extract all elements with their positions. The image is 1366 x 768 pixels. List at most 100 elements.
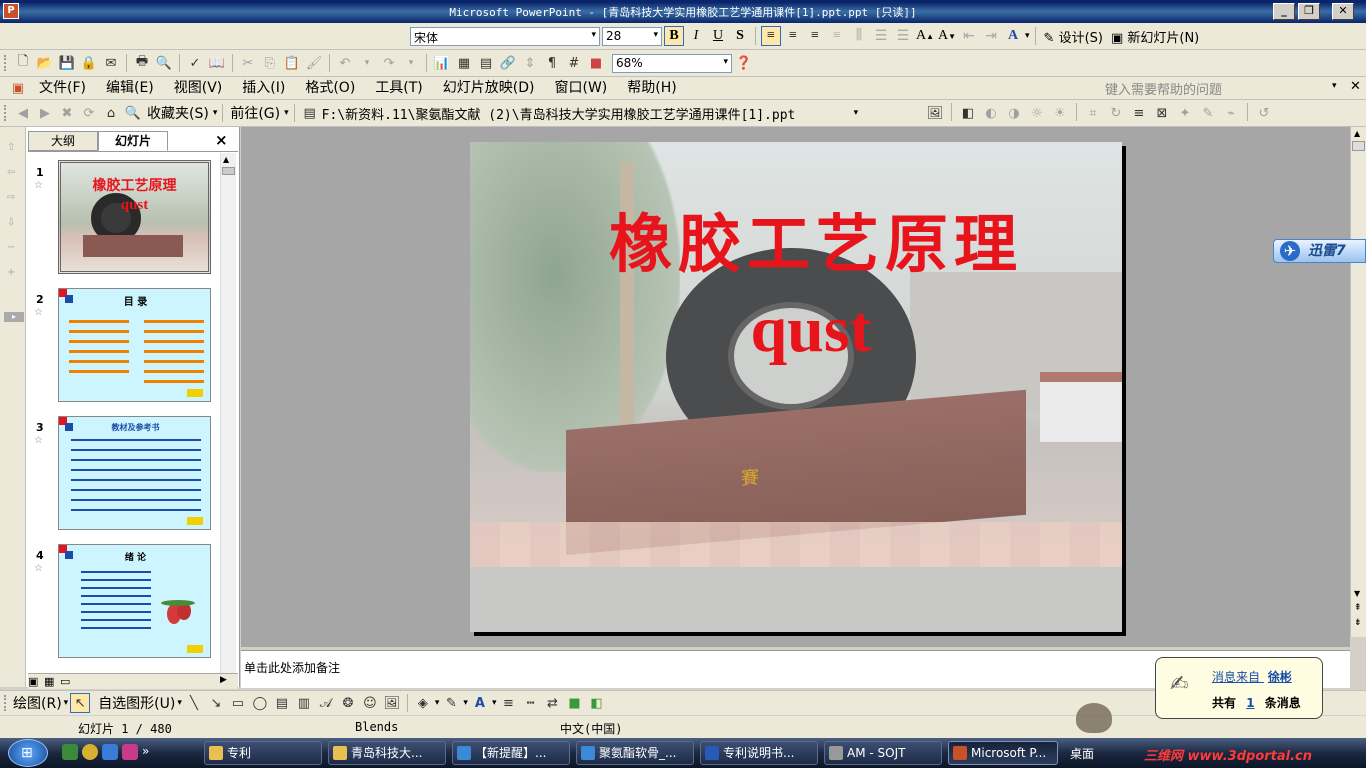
refresh-icon[interactable]: ⟳ — [79, 103, 99, 123]
spelling-icon[interactable]: ✓ — [185, 53, 205, 73]
print-icon[interactable]: 🖶 — [132, 53, 152, 73]
numbering-icon[interactable]: ☰ — [871, 26, 891, 46]
previous-slide-icon[interactable]: ⇞ — [1354, 603, 1362, 613]
show-formatting-icon[interactable]: ¶ — [542, 53, 562, 73]
italic-button[interactable]: I — [686, 26, 706, 46]
menu-file[interactable]: 文件(F) — [30, 77, 95, 99]
bold-button[interactable]: B — [664, 26, 684, 46]
canvas-scrollbar[interactable]: ▲ ▼ ⇞ ⇟ — [1350, 127, 1366, 637]
clipart-icon[interactable]: ☺ — [360, 693, 380, 713]
design-button[interactable]: ✎ 设计(S) — [1041, 27, 1106, 46]
media-icon[interactable] — [102, 744, 118, 760]
chevron-down-icon[interactable]: ▾ — [357, 53, 377, 73]
chevron-down-icon[interactable]: ▾ — [177, 698, 182, 708]
document-icon[interactable]: ▣ — [8, 78, 28, 98]
autoshapes-menu[interactable]: 自选图形(U) — [98, 693, 175, 713]
close-pane-icon[interactable]: × — [215, 131, 228, 149]
tab-outline[interactable]: 大纲 — [28, 131, 98, 151]
help-search-input[interactable]: 键入需要帮助的问题 — [1105, 79, 1345, 98]
font-size-combo[interactable]: 28 ▾ — [602, 26, 662, 46]
zoom-combo[interactable]: 68% ▾ — [612, 53, 732, 73]
font-color-icon[interactable]: A — [1003, 26, 1023, 46]
compress-pictures-icon[interactable]: ⊠ — [1152, 103, 1172, 123]
chevron-down-icon[interactable]: ▾ — [854, 108, 859, 118]
task-powerpoint[interactable]: Microsoft P... — [948, 741, 1058, 765]
restore-button[interactable]: ❐ — [1298, 3, 1320, 20]
textbox-icon[interactable]: ▤ — [272, 693, 292, 713]
select-pointer-icon[interactable]: ↖ — [70, 693, 91, 713]
decrease-font-icon[interactable]: A ▼ — [937, 26, 957, 46]
sorter-view-icon[interactable]: ▦ — [44, 675, 54, 688]
menu-slideshow[interactable]: 幻灯片放映(D) — [434, 77, 544, 99]
menu-view[interactable]: 视图(V) — [165, 77, 232, 99]
task-reminder[interactable]: 【新提醒】... — [452, 741, 570, 765]
close-button[interactable]: ✕ — [1332, 3, 1354, 20]
3d-style-icon[interactable]: ◧ — [586, 693, 606, 713]
color-icon[interactable]: ◧ — [958, 103, 978, 123]
open-folder-icon[interactable]: 📂 — [35, 53, 55, 73]
research-icon[interactable]: 📖 — [207, 53, 227, 73]
toolbar-grip[interactable] — [4, 55, 8, 71]
forward-icon[interactable]: ▶ — [35, 103, 55, 123]
increase-indent-icon[interactable]: ⇥ — [981, 26, 1001, 46]
chevron-down-icon[interactable]: ▾ — [463, 698, 468, 708]
insert-hyperlink-icon[interactable]: 🔗 — [498, 53, 518, 73]
email-icon[interactable]: ✉ — [101, 53, 121, 73]
draw-menu[interactable]: 绘图(R) — [13, 693, 62, 713]
arrow-style-icon[interactable]: ⇄ — [542, 693, 562, 713]
cut-icon[interactable]: ✂ — [238, 53, 258, 73]
chevron-down-icon[interactable]: ▾ — [401, 53, 421, 73]
undo-icon[interactable]: ↶ — [335, 53, 355, 73]
scroll-right-icon[interactable]: ▶ — [220, 675, 227, 685]
color-grayscale-icon[interactable]: ■ — [586, 53, 606, 73]
less-brightness-icon[interactable]: ☀ — [1050, 103, 1070, 123]
more-contrast-icon[interactable]: ◐ — [981, 103, 1001, 123]
chevron-down-icon[interactable]: ▾ — [492, 698, 497, 708]
message-from[interactable]: 消息来自 徐彬 — [1212, 668, 1292, 685]
pane-scrollbar[interactable]: ▲ — [220, 153, 236, 673]
redo-icon[interactable]: ↷ — [379, 53, 399, 73]
address-field[interactable]: F:\新资料.11\聚氨酯文献 (2)\青岛科技大学实用橡胶工艺学通用课件[1]… — [322, 104, 852, 123]
menu-insert[interactable]: 插入(I) — [233, 77, 294, 99]
underline-button[interactable]: U — [708, 26, 728, 46]
slide-thumb-3[interactable]: 教材及参考书 — [58, 416, 211, 530]
rotate-icon[interactable]: ↻ — [1106, 103, 1126, 123]
arrow-icon[interactable]: ↘ — [206, 693, 226, 713]
font-name-combo[interactable]: 宋体 ▾ — [410, 26, 600, 46]
save-icon[interactable]: 💾 — [57, 53, 77, 73]
new-slide-button[interactable]: ▣ 新幻灯片(N) — [1108, 27, 1202, 46]
rectangle-icon[interactable]: ▭ — [228, 693, 248, 713]
insert-chart-icon[interactable]: 📊 — [432, 53, 452, 73]
slide-subtitle[interactable]: qust — [470, 292, 1122, 368]
xunlei-button[interactable]: ✈ 迅雷7 — [1273, 239, 1366, 263]
menu-format[interactable]: 格式(O) — [296, 77, 364, 99]
shadow-button[interactable]: S — [730, 26, 750, 46]
scroll-down-icon[interactable]: ▼ — [1354, 589, 1360, 598]
menu-tools[interactable]: 工具(T) — [366, 77, 431, 99]
crop-icon[interactable]: ⌗ — [1083, 103, 1103, 123]
show-only-web-toolbar-icon[interactable]: ▤ — [300, 103, 320, 123]
more-brightness-icon[interactable]: ☼ — [1027, 103, 1047, 123]
menu-window[interactable]: 窗口(W) — [546, 77, 617, 99]
columns-icon[interactable]: ⫼ — [849, 26, 869, 46]
font-color-icon[interactable]: A — [470, 693, 490, 713]
dash-style-icon[interactable]: ┅ — [520, 693, 540, 713]
scroll-up-icon[interactable]: ▲ — [1354, 129, 1360, 138]
chevron-down-icon[interactable]: ▾ — [284, 108, 289, 118]
increase-font-icon[interactable]: A ▲ — [915, 26, 935, 46]
task-zhuanli[interactable]: 专利 — [204, 741, 322, 765]
align-center-icon[interactable]: ≡ — [783, 26, 803, 46]
oval-icon[interactable]: ◯ — [250, 693, 270, 713]
vertical-textbox-icon[interactable]: ▥ — [294, 693, 314, 713]
slide-title[interactable]: 橡胶工艺原理 — [470, 194, 1122, 285]
expand-all-icon[interactable]: ⇕ — [520, 53, 540, 73]
slide-thumb-1[interactable]: 橡胶工艺原理 qust — [58, 160, 211, 274]
search-web-icon[interactable]: 🔍 — [123, 103, 143, 123]
format-picture-icon[interactable]: ✎ — [1198, 103, 1218, 123]
desktop-toolbar[interactable]: 桌面 — [1070, 745, 1094, 762]
show-grid-icon[interactable]: # — [564, 53, 584, 73]
next-slide-icon[interactable]: ⇟ — [1354, 618, 1362, 628]
line-color-icon[interactable]: ✎ — [441, 693, 461, 713]
home-icon[interactable]: ⌂ — [101, 103, 121, 123]
promote-icon[interactable]: ⇦ — [7, 167, 15, 178]
